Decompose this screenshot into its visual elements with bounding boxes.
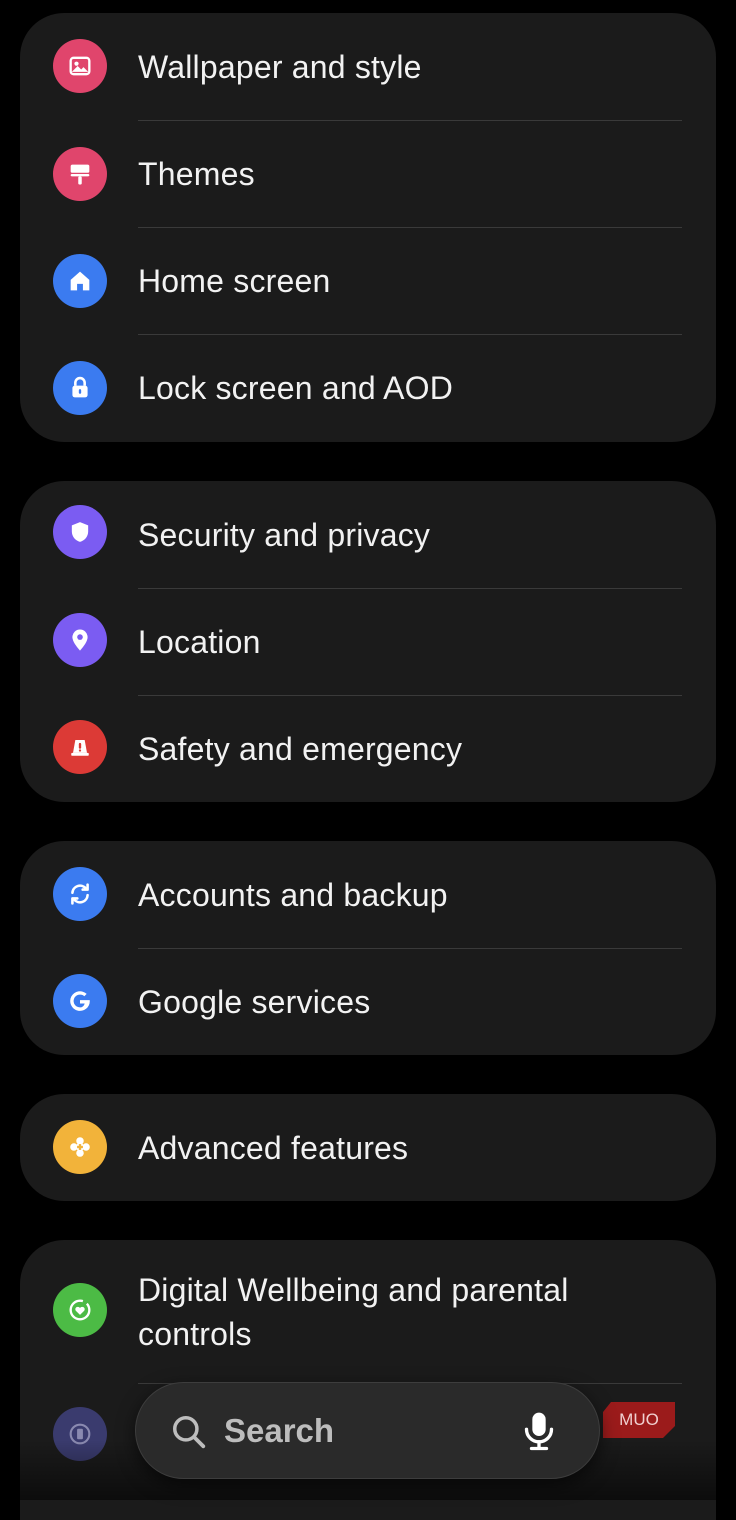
settings-item-accounts-backup[interactable]: Accounts and backup <box>20 841 716 948</box>
settings-item-label: Advanced features <box>138 1130 409 1166</box>
settings-item-label: Location <box>138 624 261 660</box>
lock-icon <box>53 361 107 415</box>
settings-group-display: Wallpaper and style Themes Home screen L… <box>20 13 716 442</box>
settings-item-label: Themes <box>138 156 255 192</box>
settings-group-accounts: Accounts and backup Google services <box>20 841 716 1055</box>
wellbeing-icon <box>53 1283 107 1337</box>
settings-group-security: Security and privacy Location Safety and… <box>20 481 716 802</box>
wallpaper-icon <box>53 39 107 93</box>
search-placeholder: Search <box>224 1412 335 1449</box>
emergency-siren-icon <box>53 720 107 774</box>
settings-item-lock-screen[interactable]: Lock screen and AOD <box>20 335 716 442</box>
settings-item-security-privacy[interactable]: Security and privacy <box>20 481 716 588</box>
settings-item-label: Security and privacy <box>138 517 431 553</box>
search-bar[interactable]: Search <box>135 1382 600 1479</box>
settings-item-label: Home screen <box>138 263 331 299</box>
sync-icon <box>53 867 107 921</box>
mic-icon[interactable] <box>522 1411 556 1451</box>
settings-group-advanced: Advanced features <box>20 1094 716 1201</box>
google-icon <box>53 974 107 1028</box>
settings-item-label: Digital Wellbeing and parental controls <box>138 1272 569 1352</box>
muo-watermark: MUO <box>603 1402 675 1438</box>
settings-item-themes[interactable]: Themes <box>20 121 716 228</box>
paintbrush-icon <box>53 147 107 201</box>
svg-text:MUO: MUO <box>619 1410 659 1429</box>
gear-plus-icon <box>53 1120 107 1174</box>
settings-item-label: Wallpaper and style <box>138 49 422 85</box>
settings-item-label: Lock screen and AOD <box>138 370 454 406</box>
settings-item-digital-wellbeing[interactable]: Digital Wellbeing and parental controls <box>20 1240 716 1383</box>
settings-item-google-services[interactable]: Google services <box>20 949 716 1055</box>
settings-item-safety-emergency[interactable]: Safety and emergency <box>20 696 716 802</box>
settings-item-label: Accounts and backup <box>138 877 448 913</box>
settings-item-home-screen[interactable]: Home screen <box>20 228 716 335</box>
search-icon <box>173 1416 206 1449</box>
settings-item-wallpaper[interactable]: Wallpaper and style <box>20 13 716 120</box>
settings-item-label: Safety and emergency <box>138 731 463 767</box>
settings-item-label: Google services <box>138 984 371 1020</box>
home-icon <box>53 254 107 308</box>
settings-item-location[interactable]: Location <box>20 589 716 696</box>
settings-item-advanced-features[interactable]: Advanced features <box>20 1094 716 1201</box>
shield-icon <box>53 505 107 559</box>
battery-care-icon <box>53 1407 107 1461</box>
location-pin-icon <box>53 613 107 667</box>
